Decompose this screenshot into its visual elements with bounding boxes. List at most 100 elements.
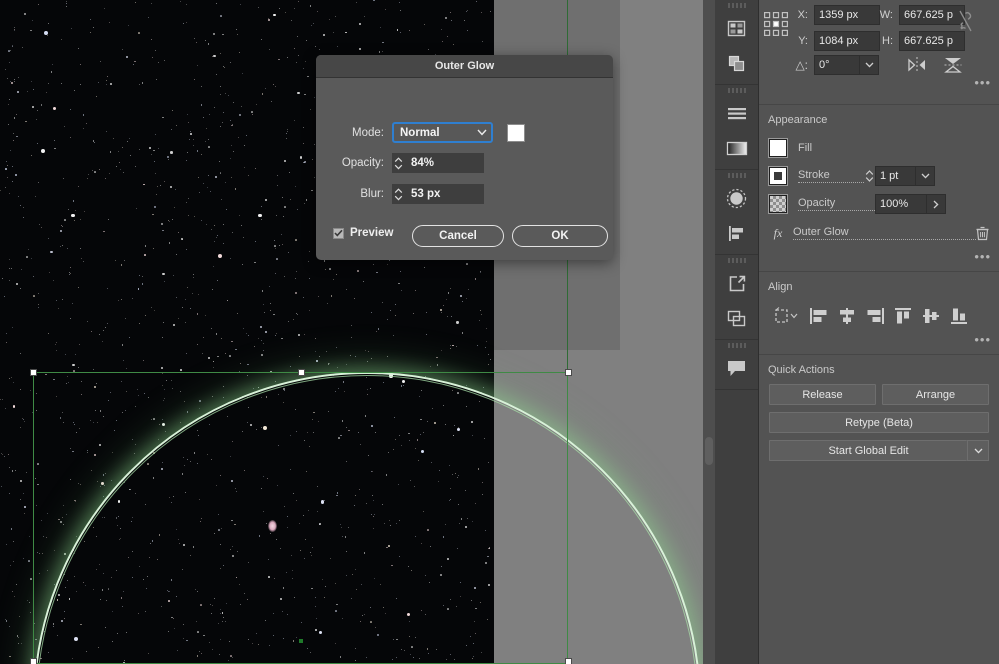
drag-handle-icon[interactable] (715, 170, 758, 181)
appearance-row-effect[interactable]: fx Outer Glow (769, 218, 989, 248)
opacity-chevron-right-icon[interactable] (927, 194, 946, 214)
blur-input[interactable]: 53 px (405, 184, 484, 204)
star (359, 48, 361, 50)
star (25, 121, 27, 123)
star (9, 193, 10, 194)
opacity-checker-icon[interactable] (769, 195, 787, 213)
star (10, 81, 11, 82)
effect-name-label[interactable]: Outer Glow (793, 226, 976, 240)
star (277, 185, 278, 186)
transform-more-options-icon[interactable]: ••• (974, 78, 999, 93)
align-right-icon[interactable] (865, 305, 885, 327)
glow-color-swatch[interactable] (507, 124, 525, 142)
dock-item-export-icon[interactable] (715, 266, 758, 301)
selection-handle[interactable] (565, 369, 572, 376)
star (452, 345, 454, 347)
appearance-row-stroke[interactable]: Stroke 1 pt (769, 162, 989, 190)
star (28, 249, 29, 250)
drag-handle-icon[interactable] (715, 0, 758, 11)
ok-button[interactable]: OK (512, 225, 608, 247)
mode-select[interactable]: Normal (392, 122, 493, 143)
angle-field[interactable]: 0° (814, 55, 860, 75)
appearance-row-fill[interactable]: Fill (769, 134, 989, 162)
star (371, 312, 373, 314)
dock-item-paragraph-lines-icon[interactable] (715, 96, 758, 131)
star (447, 316, 448, 317)
selection-handle[interactable] (565, 658, 572, 664)
align-bottom-icon[interactable] (949, 305, 969, 327)
dock-item-align-panel-icon[interactable] (715, 216, 758, 251)
dock-item-artboards-icon[interactable] (715, 301, 758, 336)
star (198, 294, 199, 295)
star (311, 25, 312, 26)
stroke-weight-stepper[interactable] (864, 166, 875, 186)
blur-stepper[interactable] (392, 184, 405, 204)
star (154, 206, 155, 207)
preview-checkbox[interactable] (333, 228, 344, 239)
stroke-swatch-icon[interactable] (769, 167, 787, 185)
arrange-button[interactable]: Arrange (882, 384, 989, 405)
collapsed-panel-dock[interactable] (715, 0, 759, 664)
star (273, 84, 274, 85)
star (286, 138, 287, 139)
star (110, 151, 112, 153)
panel-collapse-grip[interactable] (703, 0, 715, 664)
start-global-edit-chevron-down-icon[interactable] (967, 440, 989, 461)
align-vertical-center-icon[interactable] (921, 305, 941, 327)
align-horizontal-center-icon[interactable] (837, 305, 857, 327)
flip-vertical-icon[interactable] (942, 55, 964, 75)
star (7, 78, 8, 79)
align-more-options-icon[interactable]: ••• (759, 329, 999, 350)
dock-item-properties-panel-icon[interactable] (715, 11, 758, 46)
fill-swatch-icon[interactable] (769, 139, 787, 157)
star (445, 17, 446, 18)
broken-link-icon[interactable] (958, 10, 973, 32)
selection-handle[interactable] (298, 369, 305, 376)
w-field[interactable]: 667.625 p (899, 5, 965, 25)
star (233, 151, 234, 152)
selection-bounding-box[interactable] (33, 372, 568, 664)
opacity-field[interactable]: 100% (875, 194, 927, 214)
star (286, 133, 287, 134)
star (12, 45, 13, 46)
dock-item-layers-stack-icon[interactable] (715, 46, 758, 81)
selection-handle[interactable] (30, 658, 37, 664)
stroke-weight-field[interactable]: 1 pt (875, 166, 916, 186)
start-global-edit-button[interactable]: Start Global Edit (769, 440, 967, 461)
reference-point-grid-icon[interactable] (763, 11, 789, 40)
opacity-stepper[interactable] (392, 153, 405, 173)
drag-handle-icon[interactable] (715, 340, 758, 351)
dock-item-comments-icon[interactable] (715, 351, 758, 386)
opacity-input[interactable]: 84% (405, 153, 484, 173)
align-left-icon[interactable] (809, 305, 829, 327)
align-to-selection-icon[interactable] (773, 305, 801, 327)
blur-label: Blur: (334, 188, 384, 200)
star (151, 154, 152, 155)
panel-collapse-handle-icon[interactable] (705, 437, 713, 465)
y-field[interactable]: 1084 px (814, 31, 880, 51)
star (248, 175, 249, 176)
dock-item-gradient-icon[interactable] (715, 131, 758, 166)
trash-icon[interactable] (976, 226, 989, 241)
release-button[interactable]: Release (769, 384, 876, 405)
retype-beta-button[interactable]: Retype (Beta) (769, 412, 989, 433)
drag-handle-icon[interactable] (715, 85, 758, 96)
appearance-more-options-icon[interactable]: ••• (759, 248, 999, 267)
appearance-row-opacity[interactable]: Opacity 100% (769, 190, 989, 218)
star (18, 77, 19, 78)
stroke-label[interactable]: Stroke (798, 169, 864, 183)
h-field[interactable]: 667.625 p (899, 31, 965, 51)
align-top-icon[interactable] (893, 305, 913, 327)
star (213, 33, 214, 34)
angle-dropdown-chevron-down-icon[interactable] (860, 55, 879, 75)
selection-handle[interactable] (30, 369, 37, 376)
x-field[interactable]: 1359 px (814, 5, 880, 25)
flip-horizontal-icon[interactable] (906, 56, 928, 74)
drag-handle-icon[interactable] (715, 255, 758, 266)
opacity-label[interactable]: Opacity (798, 197, 875, 211)
dock-item-symbols-icon[interactable] (715, 181, 758, 216)
cancel-button[interactable]: Cancel (412, 225, 504, 247)
dock-group (715, 340, 758, 390)
preview-checkbox-row[interactable]: Preview (333, 227, 393, 239)
stroke-weight-chevron-down-icon[interactable] (916, 166, 935, 186)
